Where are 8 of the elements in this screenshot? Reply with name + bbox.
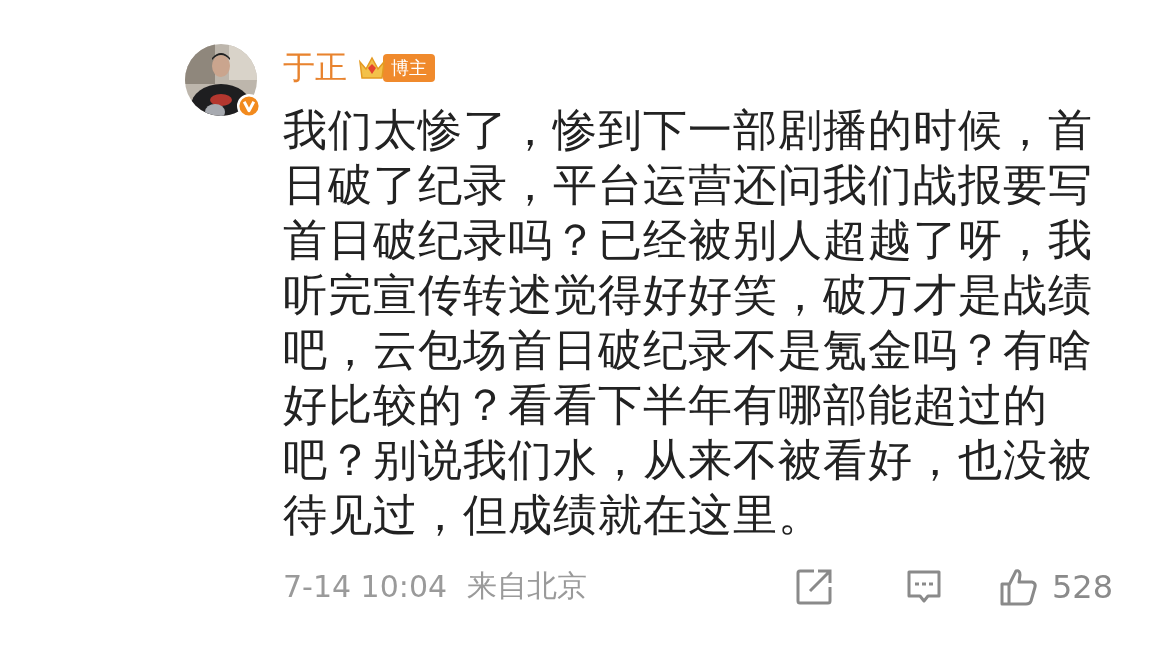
comment-text: 我们太惨了，惨到下一部剧播的时候，首日破了纪录，平台运营还问我们战报要写首日破纪录吗？已经被别人超越了呀，我听完宣传转述觉得好好笑，破万才是战绩吧，云包场首日破纪录不是氪金吗？有啥好比较的？看看下半年有哪部能超过的吧？别说我们水，从来不被看好，也没被待见过，但成绩就在这里。 — [283, 103, 1093, 542]
like-button[interactable]: 528 — [963, 566, 1113, 607]
role-badge: 博主 — [383, 54, 435, 82]
crown-icon — [357, 54, 387, 82]
post-time: 7-14 10:04 — [283, 569, 448, 604]
post-location: 来自北京 — [467, 567, 588, 605]
verified-icon — [237, 94, 261, 118]
user-name[interactable]: 于正 — [283, 46, 347, 90]
